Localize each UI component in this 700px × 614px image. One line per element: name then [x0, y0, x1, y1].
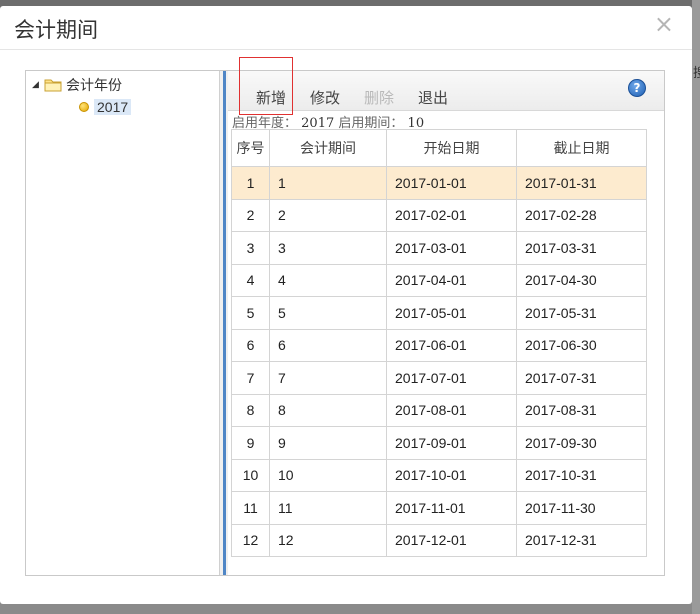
backdrop-edge-text: 搜: [693, 66, 700, 81]
cell-period: 12: [269, 523, 387, 557]
cell-seq: 11: [231, 491, 270, 525]
cell-seq: 9: [231, 426, 270, 460]
table-row[interactable]: 5 5 2017-05-01 2017-05-31: [231, 296, 647, 330]
triangle-expanded-icon[interactable]: ◢: [32, 80, 44, 90]
cell-end: 2017-01-31: [516, 166, 647, 200]
cell-period: 4: [269, 263, 387, 297]
cell-end: 2017-03-31: [516, 231, 647, 265]
close-icon[interactable]: ×: [654, 12, 674, 36]
cell-seq: 7: [231, 361, 270, 395]
cell-start: 2017-02-01: [386, 198, 517, 232]
cell-start: 2017-01-01: [386, 166, 517, 200]
toolbar: 新增 修改 删除 退出 ?: [228, 57, 664, 115]
dot-icon: [79, 102, 89, 112]
dialog-header: 会计期间 ×: [0, 6, 692, 50]
cell-end: 2017-08-31: [516, 393, 647, 427]
cell-end: 2017-09-30: [516, 426, 647, 460]
tree-year-label: 2017: [94, 99, 132, 115]
column-header-end[interactable]: 截止日期: [516, 129, 647, 167]
cell-end: 2017-07-31: [516, 361, 647, 395]
cell-seq: 5: [231, 296, 270, 330]
table-row[interactable]: 10 10 2017-10-01 2017-10-31: [231, 458, 647, 492]
column-header-start[interactable]: 开始日期: [386, 129, 517, 167]
cell-period: 9: [269, 426, 387, 460]
cell-period: 3: [269, 231, 387, 265]
period-table: 序号 会计期间 开始日期 截止日期 1 1 2017-01-01 2017-01-31…: [231, 129, 647, 557]
dialog-title: 会计期间: [14, 18, 98, 42]
cell-start: 2017-03-01: [386, 231, 517, 265]
table-row[interactable]: 7 7 2017-07-01 2017-07-31: [231, 361, 647, 395]
table-header-row: 序号 会计期间 开始日期 截止日期: [231, 129, 647, 167]
table-row[interactable]: 12 12 2017-12-01 2017-12-31: [231, 523, 647, 557]
year-tree: ◢ 会计年份 2017: [26, 71, 219, 575]
dialog-body: ◢ 会计年份 2017 新增 修改 删除 退出 ? 启用年度： 2017 启用期…: [25, 57, 665, 576]
tree-node-year[interactable]: 2017: [79, 97, 132, 117]
period-panel: 新增 修改 删除 退出 ? 启用年度： 2017 启用期间： 10 序号 会计期…: [228, 57, 664, 575]
cell-start: 2017-07-01: [386, 361, 517, 395]
cell-period: 7: [269, 361, 387, 395]
cell-end: 2017-05-31: [516, 296, 647, 330]
cell-start: 2017-11-01: [386, 491, 517, 525]
tree-node-root[interactable]: ◢ 会计年份: [32, 75, 122, 95]
edit-button[interactable]: 修改: [310, 87, 340, 108]
cell-period: 8: [269, 393, 387, 427]
cell-end: 2017-11-30: [516, 491, 647, 525]
cell-period: 10: [269, 458, 387, 492]
cell-start: 2017-09-01: [386, 426, 517, 460]
cell-seq: 6: [231, 328, 270, 362]
cell-seq: 4: [231, 263, 270, 297]
column-header-seq[interactable]: 序号: [231, 129, 270, 167]
cell-start: 2017-06-01: [386, 328, 517, 362]
cell-seq: 2: [231, 198, 270, 232]
delete-button[interactable]: 删除: [364, 87, 394, 108]
table-row[interactable]: 6 6 2017-06-01 2017-06-30: [231, 328, 647, 362]
cell-seq: 10: [231, 458, 270, 492]
accounting-period-dialog: 会计期间 × ◢ 会计年份 2017 新增 修改 删除 退出 ? 启用年度： 2…: [0, 6, 692, 604]
cell-period: 6: [269, 328, 387, 362]
tree-root-label: 会计年份: [66, 78, 122, 94]
exit-button[interactable]: 退出: [418, 87, 448, 108]
cell-seq: 1: [231, 166, 270, 200]
cell-end: 2017-02-28: [516, 198, 647, 232]
table-body: 1 1 2017-01-01 2017-01-31 2 2 2017-02-01 2017-0…: [231, 166, 647, 557]
cell-start: 2017-10-01: [386, 458, 517, 492]
table-row[interactable]: 9 9 2017-09-01 2017-09-30: [231, 426, 647, 460]
cell-end: 2017-04-30: [516, 263, 647, 297]
table-row[interactable]: 8 8 2017-08-01 2017-08-31: [231, 393, 647, 427]
table-row[interactable]: 4 4 2017-04-01 2017-04-30: [231, 263, 647, 297]
help-icon[interactable]: ?: [628, 79, 646, 97]
folder-icon: [44, 79, 62, 92]
cell-start: 2017-05-01: [386, 296, 517, 330]
cell-end: 2017-12-31: [516, 523, 647, 557]
add-button[interactable]: 新增: [256, 87, 286, 108]
table-row[interactable]: 1 1 2017-01-01 2017-01-31: [231, 166, 647, 200]
table-row[interactable]: 3 3 2017-03-01 2017-03-31: [231, 231, 647, 265]
cell-start: 2017-04-01: [386, 263, 517, 297]
cell-seq: 8: [231, 393, 270, 427]
cell-seq: 12: [231, 523, 270, 557]
cell-end: 2017-10-31: [516, 458, 647, 492]
cell-period: 2: [269, 198, 387, 232]
cell-end: 2017-06-30: [516, 328, 647, 362]
backdrop-right: 搜: [692, 0, 700, 614]
table-row[interactable]: 2 2 2017-02-01 2017-02-28: [231, 198, 647, 232]
cell-period: 5: [269, 296, 387, 330]
panel-splitter[interactable]: [219, 71, 228, 575]
cell-seq: 3: [231, 231, 270, 265]
cell-start: 2017-12-01: [386, 523, 517, 557]
cell-start: 2017-08-01: [386, 393, 517, 427]
cell-period: 1: [269, 166, 387, 200]
table-row[interactable]: 11 11 2017-11-01 2017-11-30: [231, 491, 647, 525]
cell-period: 11: [269, 491, 387, 525]
column-header-period[interactable]: 会计期间: [269, 129, 387, 167]
